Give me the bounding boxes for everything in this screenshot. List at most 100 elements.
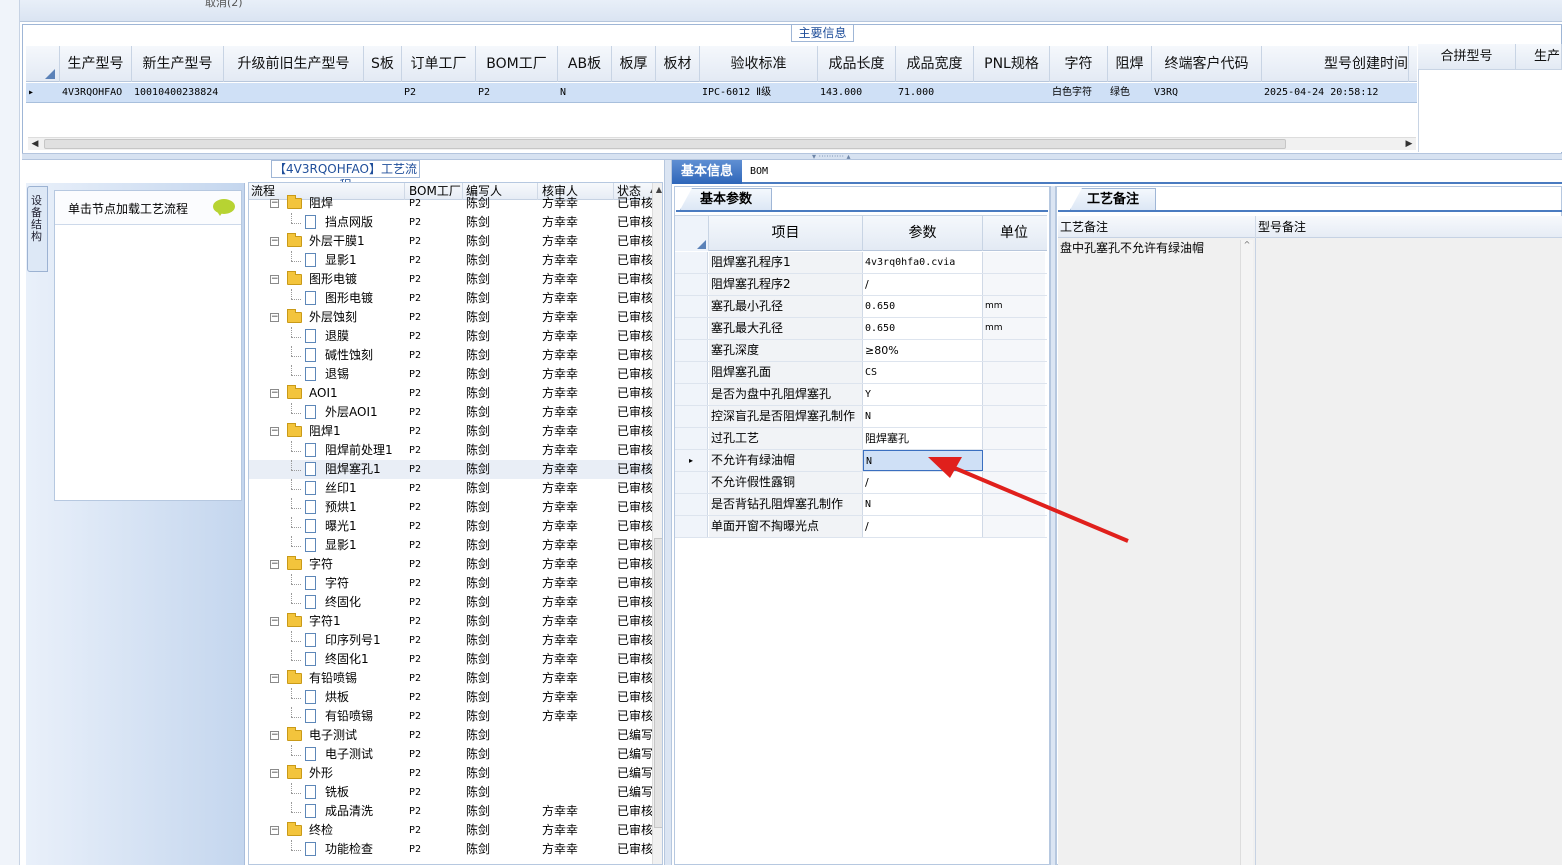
params-col-value[interactable]: 参数 — [863, 216, 983, 251]
param-row[interactable]: 控深盲孔是否阻焊塞孔制作 N — [675, 406, 1047, 428]
main-col-header[interactable]: 成品长度 — [818, 46, 896, 82]
collapse-icon[interactable]: − — [270, 560, 279, 569]
collapse-icon[interactable]: − — [270, 275, 279, 284]
collapse-icon[interactable]: − — [270, 617, 279, 626]
params-col-unit[interactable]: 单位 — [983, 216, 1045, 251]
param-row[interactable]: 阻焊塞孔程序1 4v3rq0hfa0.cvia — [675, 252, 1047, 274]
param-row[interactable]: 塞孔深度 ≥80% — [675, 340, 1047, 362]
chat-bubble-icon[interactable] — [213, 199, 235, 216]
main-col-header[interactable]: 字符 — [1050, 46, 1108, 82]
main-cell[interactable]: 绿色 — [1110, 83, 1152, 103]
main-cell[interactable]: 71.000 — [898, 83, 974, 103]
main-cell[interactable] — [976, 83, 1050, 103]
main-col-header[interactable]: AB板 — [558, 46, 612, 82]
tree-row[interactable]: 显影1 P2 陈剑 方幸幸 已审核 — [249, 536, 654, 555]
tree-row[interactable]: − 字符1 P2 陈剑 方幸幸 已审核 — [249, 612, 654, 631]
tree-row[interactable]: 退膜 P2 陈剑 方幸幸 已审核 — [249, 327, 654, 346]
scroll-right-icon[interactable]: ▶ — [1402, 138, 1416, 151]
tree-row[interactable]: 成品清洗 P2 陈剑 方幸幸 已审核 — [249, 802, 654, 821]
main-col-header[interactable]: 阻焊 — [1108, 46, 1152, 82]
tree-row[interactable]: 电子测试 P2 陈剑 已编写 — [249, 745, 654, 764]
main-col-header[interactable]: S板 — [364, 46, 402, 82]
horizontal-splitter[interactable]: ▾ ·········· ▴ — [22, 153, 1562, 161]
merge-col-1[interactable]: 合拼型号 — [1418, 44, 1516, 70]
tree-row[interactable]: 丝印1 P2 陈剑 方幸幸 已审核 — [249, 479, 654, 498]
collapse-icon[interactable]: − — [270, 427, 279, 436]
tree-row[interactable]: − 终检 P2 陈剑 方幸幸 已审核 — [249, 821, 654, 840]
scroll-up-icon[interactable]: ▲ — [653, 185, 662, 194]
tree-row[interactable]: 挡点网版 P2 陈剑 方幸幸 已审核 — [249, 213, 654, 232]
main-col-header[interactable]: BOM工厂 — [476, 46, 558, 82]
tree-row[interactable]: 退锡 P2 陈剑 方幸幸 已审核 — [249, 365, 654, 384]
tree-row[interactable]: 显影1 P2 陈剑 方幸幸 已审核 — [249, 251, 654, 270]
main-cell[interactable]: 143.000 — [820, 83, 896, 103]
scroll-left-icon[interactable]: ◀ — [28, 138, 42, 151]
main-cell[interactable]: IPC-6012 Ⅱ级 — [702, 83, 818, 103]
param-value[interactable]: 4v3rq0hfa0.cvia — [863, 252, 983, 273]
process-tree-scrollbar[interactable]: ▲ — [652, 183, 662, 864]
main-col-header[interactable]: 型号创建时间 — [1262, 46, 1409, 82]
main-cell[interactable] — [614, 83, 656, 103]
collapse-icon[interactable]: − — [270, 826, 279, 835]
param-value[interactable]: / — [863, 274, 983, 295]
tab-basic-info[interactable]: 基本信息 — [672, 160, 742, 184]
tree-row[interactable]: 图形电镀 P2 陈剑 方幸幸 已审核 — [249, 289, 654, 308]
main-cell[interactable]: 白色字符 — [1052, 83, 1108, 103]
main-col-header[interactable]: 升级前旧生产型号 — [224, 46, 364, 82]
param-value[interactable]: / — [863, 516, 983, 537]
hscroll-thumb[interactable] — [44, 139, 1286, 149]
tree-row[interactable]: 功能检查 P2 陈剑 方幸幸 已审核 — [249, 840, 654, 859]
tree-row[interactable]: 终固化1 P2 陈剑 方幸幸 已审核 — [249, 650, 654, 669]
notes-col-model[interactable]: 型号备注 — [1256, 216, 1562, 238]
tree-row[interactable]: 有铅喷锡 P2 陈剑 方幸幸 已审核 — [249, 707, 654, 726]
main-cell[interactable] — [366, 83, 402, 103]
tree-row[interactable]: − 图形电镀 P2 陈剑 方幸幸 已审核 — [249, 270, 654, 289]
collapse-icon[interactable]: − — [270, 731, 279, 740]
main-col-header[interactable]: 终端客户代码 — [1152, 46, 1262, 82]
splitter-grip-icon[interactable]: ▾ ·········· ▴ — [812, 153, 851, 161]
main-grid-row[interactable]: ▸ 4V3RQOHFAO 10010400238824 P2 P2 N IPC-6012 Ⅱ… — [26, 83, 1417, 103]
collapse-icon[interactable]: − — [270, 674, 279, 683]
main-col-header[interactable]: 板厚 — [612, 46, 656, 82]
tree-row[interactable]: − 字符 P2 陈剑 方幸幸 已审核 — [249, 555, 654, 574]
model-note-field[interactable] — [1256, 238, 1562, 865]
param-row[interactable]: 是否为盘中孔阻焊塞孔 Y — [675, 384, 1047, 406]
sidebar-tab-equipment[interactable]: 设备结构 — [27, 186, 48, 272]
main-cell[interactable]: V3RQ — [1154, 83, 1262, 103]
tree-row[interactable]: 阻焊前处理1 P2 陈剑 方幸幸 已审核 — [249, 441, 654, 460]
tree-row[interactable]: 烘板 P2 陈剑 方幸幸 已审核 — [249, 688, 654, 707]
tree-row[interactable]: 阻焊塞孔1 P2 陈剑 方幸幸 已审核 — [249, 460, 654, 479]
param-row[interactable]: 塞孔最大孔径 0.650 mm — [675, 318, 1047, 340]
param-value[interactable]: ≥80% — [863, 340, 983, 361]
param-row[interactable]: 阻焊塞孔面 CS — [675, 362, 1047, 384]
collapse-icon[interactable]: − — [270, 199, 279, 208]
tree-row[interactable]: − 外层蚀刻 P2 陈剑 方幸幸 已审核 — [249, 308, 654, 327]
tree-row[interactable]: 终固化 P2 陈剑 方幸幸 已审核 — [249, 593, 654, 612]
tree-row[interactable]: 铣板 P2 陈剑 已编写 — [249, 783, 654, 802]
tree-row[interactable]: − 电子测试 P2 陈剑 已编写 — [249, 726, 654, 745]
tree-row[interactable]: − 阻焊 P2 陈剑 方幸幸 已审核 — [249, 194, 654, 213]
param-row[interactable]: 塞孔最小孔径 0.650 mm — [675, 296, 1047, 318]
main-col-header[interactable]: 验收标准 — [700, 46, 818, 82]
tree-row[interactable]: − 有铅喷锡 P2 陈剑 方幸幸 已审核 — [249, 669, 654, 688]
param-value[interactable]: N — [863, 406, 983, 427]
merge-col-2[interactable]: 生产 — [1516, 44, 1562, 70]
tab-bom[interactable]: BOM — [744, 160, 774, 184]
main-cell[interactable]: 10010400238824 — [134, 83, 224, 103]
main-col-header[interactable]: 板材 — [656, 46, 700, 82]
main-cell[interactable]: P2 — [404, 83, 476, 103]
param-value[interactable]: 0.650 — [863, 318, 983, 339]
main-grid-hscrollbar[interactable]: ◀ ▶ — [28, 137, 1416, 150]
main-col-header[interactable]: 成品宽度 — [896, 46, 974, 82]
main-col-header[interactable]: PNL规格 — [974, 46, 1050, 82]
main-cell[interactable]: 2025-04-24 20:58:12 — [1264, 83, 1409, 103]
collapse-icon[interactable]: − — [270, 389, 279, 398]
param-row[interactable]: 是否背钻孔阻焊塞孔制作 N — [675, 494, 1047, 516]
param-value[interactable]: 阻焊塞孔 — [863, 428, 983, 449]
tree-row[interactable]: − 阻焊1 P2 陈剑 方幸幸 已审核 — [249, 422, 654, 441]
param-value[interactable]: 0.650 — [863, 296, 983, 317]
param-row[interactable]: 单面开窗不掏曝光点 / — [675, 516, 1047, 538]
main-col-header[interactable]: 生产型号 — [60, 46, 132, 82]
tree-row[interactable]: 印序列号1 P2 陈剑 方幸幸 已审核 — [249, 631, 654, 650]
tree-row[interactable]: 字符 P2 陈剑 方幸幸 已审核 — [249, 574, 654, 593]
